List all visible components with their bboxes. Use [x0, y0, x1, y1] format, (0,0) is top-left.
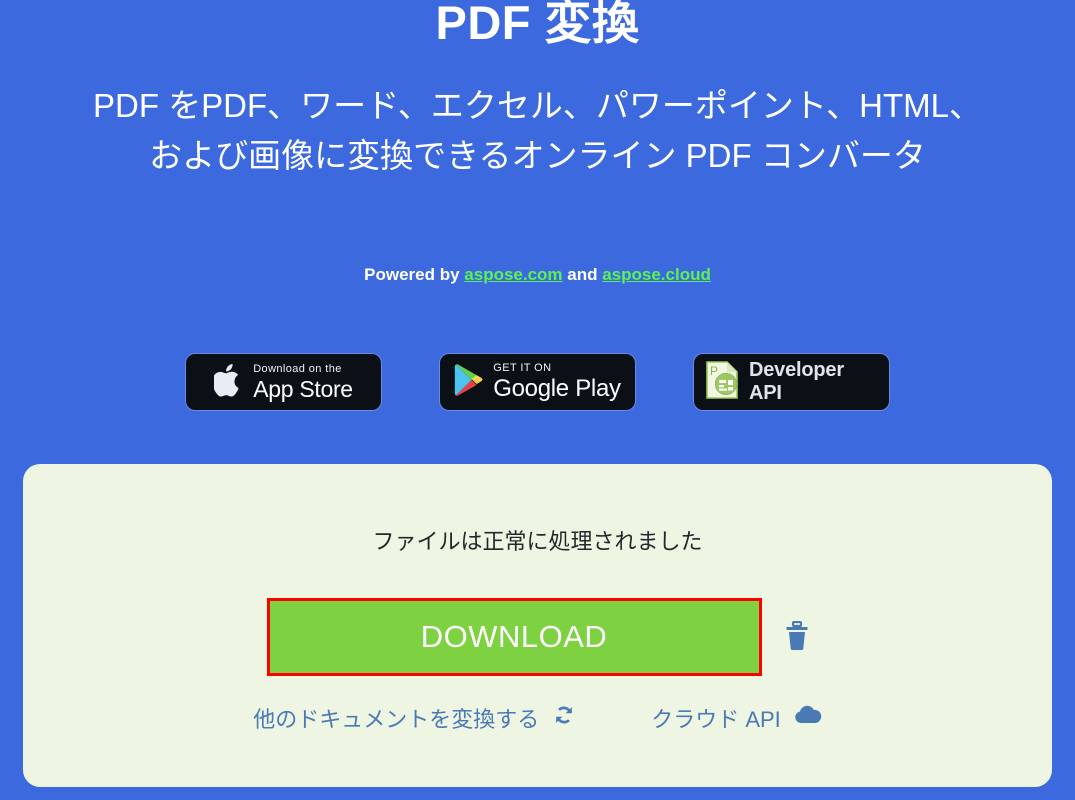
app-store-text: Download on the App Store [253, 362, 353, 402]
convert-another-document-link[interactable]: 他のドキュメントを変換する [253, 702, 576, 734]
powered-by-middle: and [562, 265, 603, 284]
trash-icon [785, 620, 809, 654]
app-store-badge[interactable]: Download on the App Store [186, 354, 381, 410]
app-store-big-label: App Store [253, 375, 353, 402]
aspose-com-link[interactable]: aspose.com [464, 265, 562, 284]
google-play-small-label: GET IT ON [493, 362, 552, 374]
google-play-text: GET IT ON Google Play [493, 362, 621, 402]
download-highlight-box: DOWNLOAD [266, 598, 762, 676]
page-root: PDF 変換 PDF をPDF、ワード、エクセル、パワーポイント、HTML、およ… [0, 0, 1075, 800]
developer-api-badge[interactable]: P Developer API [694, 354, 889, 410]
google-play-big-label: Google Play [493, 375, 621, 402]
developer-api-label: Developer API [749, 359, 844, 404]
delete-file-button[interactable] [785, 620, 809, 654]
powered-by-line: Powered by aspose.com and aspose.cloud [0, 265, 1075, 285]
download-row: DOWNLOAD [23, 598, 1052, 676]
aspose-cloud-link[interactable]: aspose.cloud [602, 265, 711, 284]
google-play-triangle-icon [454, 363, 484, 402]
cloud-api-label: クラウド API [651, 707, 781, 732]
svg-text:P: P [710, 364, 718, 378]
google-play-badge[interactable]: GET IT ON Google Play [440, 354, 635, 410]
convert-another-document-label: 他のドキュメントを変換する [253, 707, 540, 732]
cloud-icon [794, 704, 822, 732]
app-store-small-label: Download on the [253, 362, 342, 375]
result-card: ファイルは正常に処理されました DOWNLOAD 他のドキュメントを変換する ク… [23, 464, 1052, 787]
page-subtitle: PDF をPDF、ワード、エクセル、パワーポイント、HTML、および画像に変換で… [92, 87, 983, 174]
aspose-product-icon: P [704, 360, 740, 405]
download-button[interactable]: DOWNLOAD [269, 601, 759, 673]
status-message: ファイルは正常に処理されました [372, 529, 703, 554]
refresh-icon [552, 703, 576, 733]
powered-by-prefix: Powered by [364, 265, 465, 284]
page-title: PDF 変換 [435, 0, 640, 49]
store-badges: Download on the App Store GET IT ON Goog… [0, 354, 1075, 410]
card-links: 他のドキュメントを変換する クラウド API [23, 702, 1052, 734]
cloud-api-link[interactable]: クラウド API [651, 702, 822, 734]
apple-logo-icon [212, 362, 244, 403]
